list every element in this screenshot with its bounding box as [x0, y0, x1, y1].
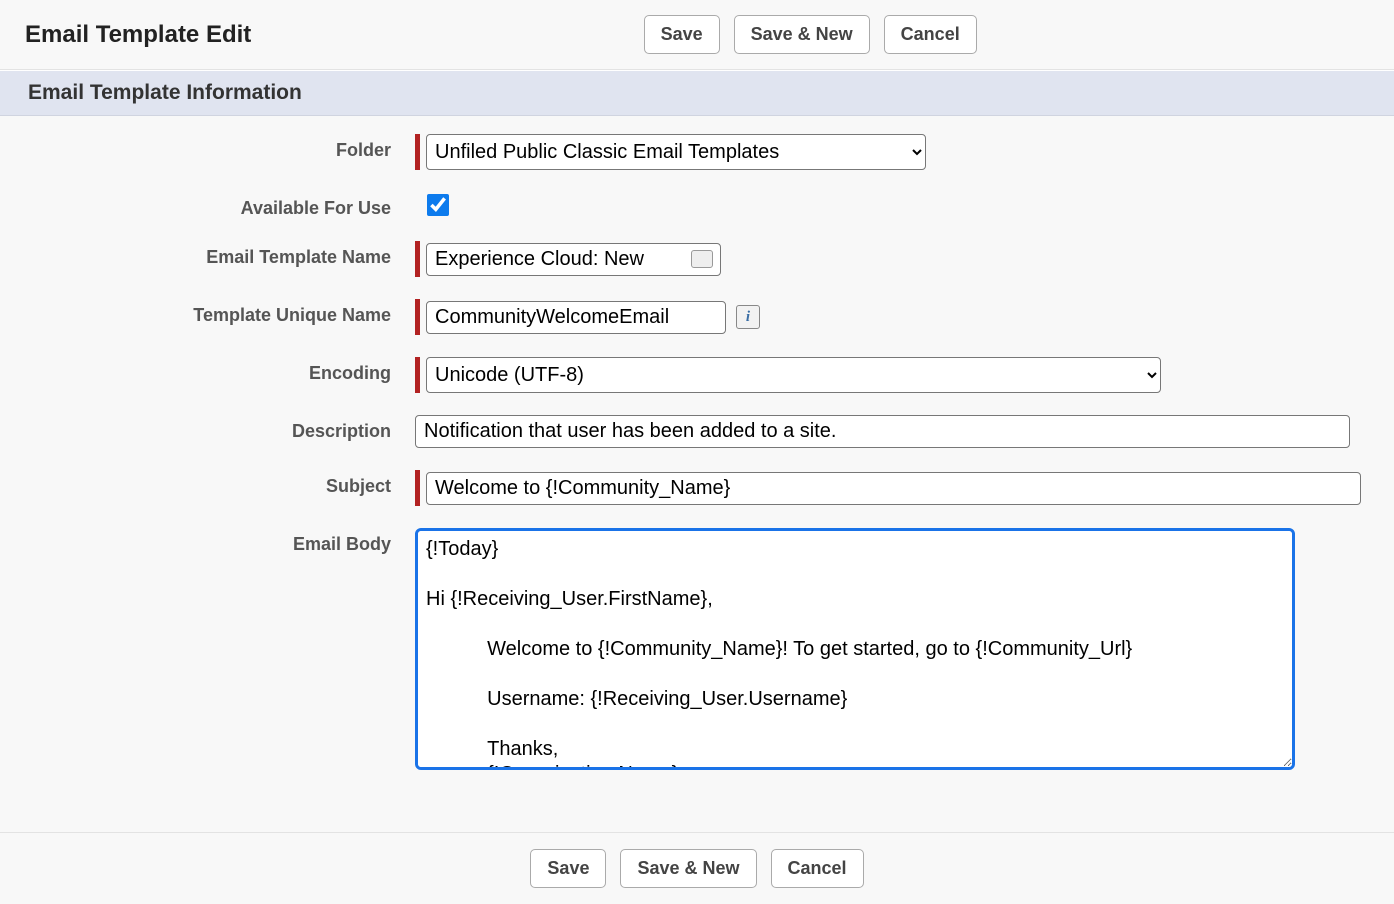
required-indicator [415, 470, 420, 506]
row-description: Description [20, 415, 1374, 448]
cancel-button[interactable]: Cancel [884, 15, 977, 54]
template-unique-name-input[interactable] [426, 301, 726, 334]
save-and-new-button[interactable]: Save & New [734, 15, 870, 54]
info-icon[interactable]: i [736, 305, 760, 329]
row-body: Email Body [20, 528, 1374, 770]
row-folder: Folder Unfiled Public Classic Email Temp… [20, 134, 1374, 170]
row-unique-name: Template Unique Name i [20, 299, 1374, 335]
row-subject: Subject [20, 470, 1374, 506]
save-and-new-button-footer[interactable]: Save & New [620, 849, 756, 888]
label-available: Available For Use [20, 192, 415, 219]
footer-button-row: Save Save & New Cancel [0, 832, 1394, 904]
label-description: Description [20, 415, 415, 442]
header-button-row: Save Save & New Cancel [251, 15, 1369, 54]
label-folder: Folder [20, 134, 415, 161]
row-available: Available For Use [20, 192, 1374, 219]
required-indicator [415, 241, 420, 277]
save-button-footer[interactable]: Save [530, 849, 606, 888]
email-body-textarea[interactable] [415, 528, 1295, 770]
available-for-use-checkbox[interactable] [427, 194, 449, 216]
label-template-name: Email Template Name [20, 241, 415, 268]
required-indicator [415, 134, 420, 170]
section-header-info: Email Template Information [0, 70, 1394, 116]
encoding-select[interactable]: Unicode (UTF-8) [426, 357, 1161, 393]
row-template-name: Email Template Name [20, 241, 1374, 277]
label-body: Email Body [20, 528, 415, 555]
email-template-name-input[interactable] [426, 243, 721, 276]
page-title: Email Template Edit [25, 21, 251, 49]
cancel-button-footer[interactable]: Cancel [771, 849, 864, 888]
label-unique-name: Template Unique Name [20, 299, 415, 326]
subject-input[interactable] [426, 472, 1361, 505]
header-bar: Email Template Edit Save Save & New Canc… [0, 0, 1394, 70]
folder-select[interactable]: Unfiled Public Classic Email Templates [426, 134, 926, 170]
label-encoding: Encoding [20, 357, 415, 384]
form-area: Folder Unfiled Public Classic Email Temp… [0, 116, 1394, 832]
required-indicator [415, 357, 420, 393]
description-input[interactable] [415, 415, 1350, 448]
save-button[interactable]: Save [644, 15, 720, 54]
required-indicator [415, 299, 420, 335]
label-subject: Subject [20, 470, 415, 497]
row-encoding: Encoding Unicode (UTF-8) [20, 357, 1374, 393]
